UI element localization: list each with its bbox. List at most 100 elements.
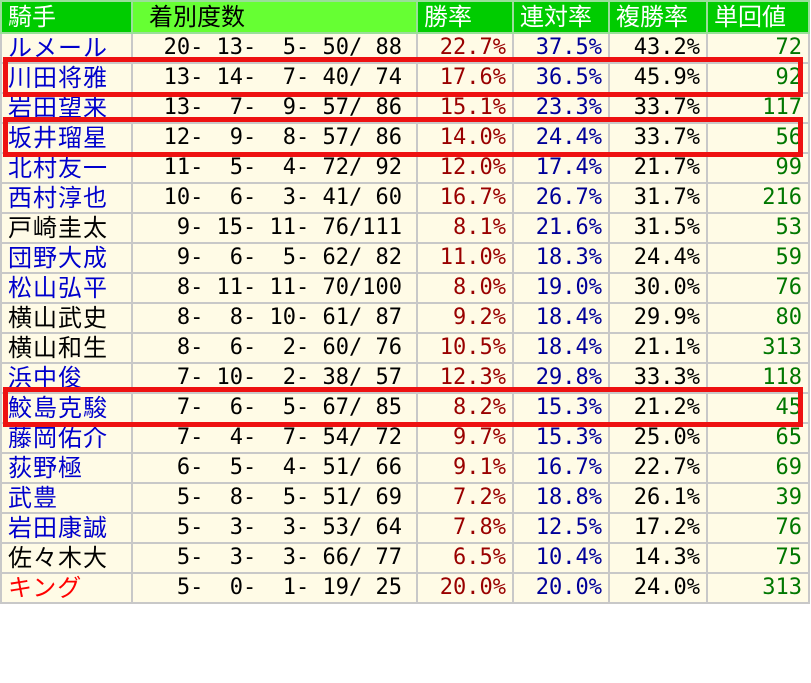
jockey-name[interactable]: 武豊 <box>0 482 133 514</box>
show-rate-cell: 29.9% <box>608 302 708 334</box>
show-rate-cell: 26.1% <box>608 482 708 514</box>
table-row: 武豊 5- 8- 5- 51/ 69 7.2% 18.8% 26.1% 39 <box>0 482 810 514</box>
show-rate-cell: 31.5% <box>608 212 708 244</box>
record-cell: 12- 9- 8- 57/ 86 <box>131 122 418 154</box>
jockey-name[interactable]: キング <box>0 572 133 604</box>
table-row: ルメール 20- 13- 5- 50/ 88 22.7% 37.5% 43.2% 72 <box>0 32 810 64</box>
table-row: キング 5- 0- 1- 19/ 25 20.0% 20.0% 24.0% 313 <box>0 572 810 604</box>
record-cell: 5- 3- 3- 66/ 77 <box>131 542 418 574</box>
show-rate-cell: 24.0% <box>608 572 708 604</box>
table-row: 荻野極 6- 5- 4- 51/ 66 9.1% 16.7% 22.7% 69 <box>0 452 810 484</box>
jockey-name[interactable]: 団野大成 <box>0 242 133 274</box>
win-rate-cell: 9.2% <box>416 302 514 334</box>
show-rate-cell: 14.3% <box>608 542 708 574</box>
table-row: 西村淳也 10- 6- 3- 41/ 60 16.7% 26.7% 31.7% 216 <box>0 182 810 214</box>
single-value-cell: 76 <box>706 272 810 304</box>
place-rate-cell: 19.0% <box>512 272 610 304</box>
show-rate-cell: 33.7% <box>608 122 708 154</box>
place-rate-cell: 18.3% <box>512 242 610 274</box>
record-cell: 7- 6- 5- 67/ 85 <box>131 392 418 424</box>
jockey-name[interactable]: 坂井瑠星 <box>0 122 133 154</box>
table-row: 横山和生 8- 6- 2- 60/ 76 10.5% 18.4% 21.1% 313 <box>0 332 810 364</box>
win-rate-cell: 20.0% <box>416 572 514 604</box>
single-value-cell: 65 <box>706 422 810 454</box>
single-value-cell: 99 <box>706 152 810 184</box>
show-rate-cell: 21.7% <box>608 152 708 184</box>
win-rate-cell: 9.7% <box>416 422 514 454</box>
place-rate-cell: 29.8% <box>512 362 610 394</box>
table-header: 騎手 着別度数 勝率 連対率 複勝率 単回値 <box>0 0 810 34</box>
place-rate-cell: 15.3% <box>512 392 610 424</box>
jockey-name[interactable]: 横山武史 <box>0 302 133 334</box>
jockey-name[interactable]: 岩田康誠 <box>0 512 133 544</box>
table-row: 岩田望来 13- 7- 9- 57/ 86 15.1% 23.3% 33.7% 117 <box>0 92 810 124</box>
jockey-name[interactable]: 戸崎圭太 <box>0 212 133 244</box>
place-rate-cell: 21.6% <box>512 212 610 244</box>
header-row: 騎手 着別度数 勝率 連対率 複勝率 単回値 <box>0 0 810 34</box>
show-rate-cell: 33.3% <box>608 362 708 394</box>
header-single-value: 単回値 <box>706 0 810 34</box>
single-value-cell: 69 <box>706 452 810 484</box>
record-cell: 5- 8- 5- 51/ 69 <box>131 482 418 514</box>
jockey-name[interactable]: 北村友一 <box>0 152 133 184</box>
single-value-cell: 72 <box>706 32 810 64</box>
jockey-stats-table: 騎手 着別度数 勝率 連対率 複勝率 単回値 ルメール 20- 13- 5- 50… <box>0 0 810 604</box>
place-rate-cell: 16.7% <box>512 452 610 484</box>
jockey-name[interactable]: 西村淳也 <box>0 182 133 214</box>
place-rate-cell: 17.4% <box>512 152 610 184</box>
record-cell: 13- 7- 9- 57/ 86 <box>131 92 418 124</box>
header-win-rate: 勝率 <box>416 0 514 34</box>
table-row: 団野大成 9- 6- 5- 62/ 82 11.0% 18.3% 24.4% 59 <box>0 242 810 274</box>
jockey-name[interactable]: ルメール <box>0 32 133 64</box>
place-rate-cell: 23.3% <box>512 92 610 124</box>
record-cell: 8- 8- 10- 61/ 87 <box>131 302 418 334</box>
table-row: 北村友一 11- 5- 4- 72/ 92 12.0% 17.4% 21.7% 99 <box>0 152 810 184</box>
win-rate-cell: 9.1% <box>416 452 514 484</box>
table-row: 岩田康誠 5- 3- 3- 53/ 64 7.8% 12.5% 17.2% 76 <box>0 512 810 544</box>
jockey-name[interactable]: 松山弘平 <box>0 272 133 304</box>
record-cell: 9- 6- 5- 62/ 82 <box>131 242 418 274</box>
win-rate-cell: 15.1% <box>416 92 514 124</box>
table-row: 浜中俊 7- 10- 2- 38/ 57 12.3% 29.8% 33.3% 118 <box>0 362 810 394</box>
jockey-name[interactable]: 荻野極 <box>0 452 133 484</box>
table-row: 戸崎圭太 9- 15- 11- 76/111 8.1% 21.6% 31.5% 53 <box>0 212 810 244</box>
jockey-name[interactable]: 鮫島克駿 <box>0 392 133 424</box>
win-rate-cell: 12.3% <box>416 362 514 394</box>
win-rate-cell: 7.8% <box>416 512 514 544</box>
single-value-cell: 75 <box>706 542 810 574</box>
win-rate-cell: 7.2% <box>416 482 514 514</box>
single-value-cell: 53 <box>706 212 810 244</box>
record-cell: 5- 0- 1- 19/ 25 <box>131 572 418 604</box>
jockey-name[interactable]: 佐々木大 <box>0 542 133 574</box>
single-value-cell: 56 <box>706 122 810 154</box>
single-value-cell: 45 <box>706 392 810 424</box>
table-row: 佐々木大 5- 3- 3- 66/ 77 6.5% 10.4% 14.3% 75 <box>0 542 810 574</box>
single-value-cell: 76 <box>706 512 810 544</box>
place-rate-cell: 36.5% <box>512 62 610 94</box>
win-rate-cell: 8.1% <box>416 212 514 244</box>
header-show-rate: 複勝率 <box>608 0 708 34</box>
jockey-name[interactable]: 横山和生 <box>0 332 133 364</box>
table-row: 松山弘平 8- 11- 11- 70/100 8.0% 19.0% 30.0% 76 <box>0 272 810 304</box>
single-value-cell: 80 <box>706 302 810 334</box>
record-cell: 6- 5- 4- 51/ 66 <box>131 452 418 484</box>
win-rate-cell: 14.0% <box>416 122 514 154</box>
record-cell: 8- 6- 2- 60/ 76 <box>131 332 418 364</box>
record-cell: 7- 10- 2- 38/ 57 <box>131 362 418 394</box>
jockey-stats-panel: 騎手 着別度数 勝率 連対率 複勝率 単回値 ルメール 20- 13- 5- 50… <box>0 0 811 683</box>
table-row: 川田将雅 13- 14- 7- 40/ 74 17.6% 36.5% 45.9% 92 <box>0 62 810 94</box>
jockey-name[interactable]: 藤岡佑介 <box>0 422 133 454</box>
jockey-name[interactable]: 川田将雅 <box>0 62 133 94</box>
jockey-name[interactable]: 浜中俊 <box>0 362 133 394</box>
place-rate-cell: 20.0% <box>512 572 610 604</box>
win-rate-cell: 17.6% <box>416 62 514 94</box>
place-rate-cell: 18.4% <box>512 332 610 364</box>
record-cell: 13- 14- 7- 40/ 74 <box>131 62 418 94</box>
show-rate-cell: 30.0% <box>608 272 708 304</box>
place-rate-cell: 18.4% <box>512 302 610 334</box>
record-cell: 8- 11- 11- 70/100 <box>131 272 418 304</box>
jockey-name[interactable]: 岩田望来 <box>0 92 133 124</box>
table-row: 鮫島克駿 7- 6- 5- 67/ 85 8.2% 15.3% 21.2% 45 <box>0 392 810 424</box>
win-rate-cell: 22.7% <box>416 32 514 64</box>
single-value-cell: 39 <box>706 482 810 514</box>
